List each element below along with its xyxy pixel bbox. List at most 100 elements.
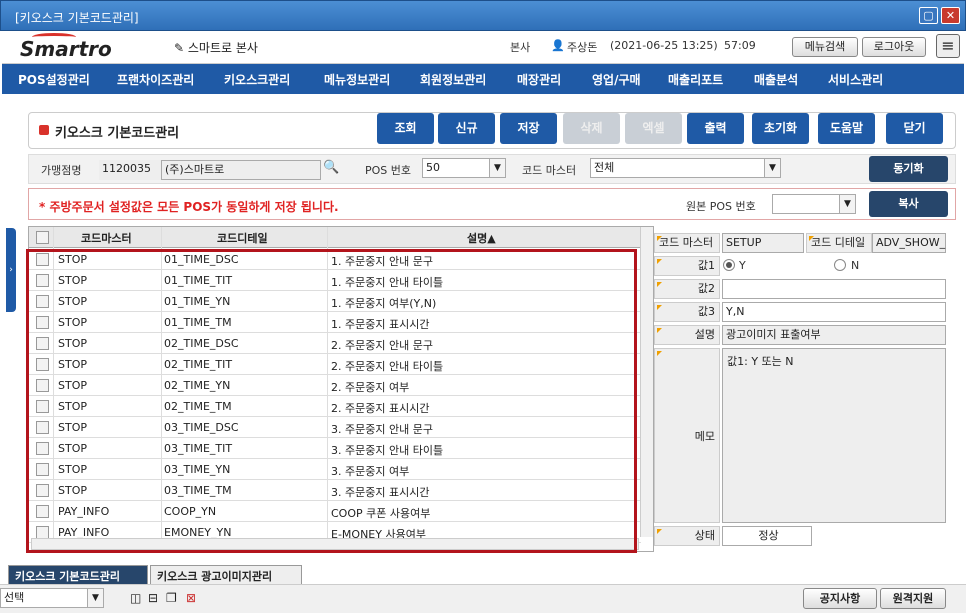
nav-item[interactable]: 회원정보관리 (420, 71, 486, 88)
vertical-scrollbar[interactable] (640, 227, 653, 537)
label-text: 코드 디테일 (811, 236, 866, 249)
nav-item[interactable]: 매출분석 (754, 71, 798, 88)
remote-support-button[interactable]: 원격지원 (880, 588, 946, 609)
value2-label: 값2 (654, 279, 720, 299)
close-button[interactable]: 닫기 (886, 113, 943, 144)
side-collapse-tab[interactable]: › (6, 228, 16, 312)
tab-kiosk-basic-code[interactable]: 키오스크 기본코드관리 (8, 565, 148, 584)
store-label: 스마트로 본사 (187, 41, 258, 55)
region-text: 본사 (510, 41, 531, 54)
label-text: 값1 (697, 259, 715, 272)
menu-search-button[interactable]: 메뉴검색 (792, 37, 858, 57)
pos-select[interactable]: 50 ▼ (422, 158, 506, 178)
tile-horizontal-icon[interactable]: ⊟ (148, 591, 158, 605)
tab-kiosk-ad-image[interactable]: 키오스크 광고이미지관리 (150, 565, 302, 584)
required-marker-icon (657, 328, 662, 333)
logo: Smartro (20, 37, 112, 61)
detail-panel: 코드 마스터 SETUP 코드 디테일 ADV_SHOW_ 값1 Y N 값2 … (654, 227, 950, 552)
notice-button[interactable]: 공지사항 (803, 588, 877, 609)
store-name: ✎ 스마트로 본사 (174, 39, 258, 56)
desc-field[interactable]: 광고이미지 표출여부 (722, 325, 946, 345)
delete-button[interactable]: 삭제 (563, 113, 620, 144)
value2-field[interactable] (722, 279, 946, 299)
required-marker-icon (657, 351, 662, 356)
detail-code-detail-field[interactable]: ADV_SHOW_ (872, 233, 946, 253)
required-marker-icon (657, 305, 662, 310)
value3-label: 값3 (654, 302, 720, 322)
user-name: 주상돈 (567, 41, 598, 54)
label-text: 코드 마스터 (659, 236, 714, 249)
print-button[interactable]: 출력 (687, 113, 744, 144)
required-marker-icon (809, 236, 814, 241)
nav-item[interactable]: 키오스크관리 (224, 71, 290, 88)
code-master-select[interactable]: 전체 ▼ (590, 158, 781, 178)
value3-field[interactable]: Y,N (722, 302, 946, 322)
cascade-icon[interactable]: ❐ (166, 591, 177, 605)
status-select[interactable]: 선택 ▼ (0, 588, 104, 608)
radio-y-label: Y (739, 259, 746, 272)
session-timer: 57:09 (724, 39, 756, 52)
edit-icon: ✎ (174, 41, 185, 55)
nav-item[interactable]: 서비스관리 (828, 71, 883, 88)
excel-button[interactable]: 엑셀 (625, 113, 682, 144)
required-marker-icon (657, 282, 662, 287)
store-name-field[interactable]: (주)스마트로 (161, 160, 321, 180)
col-code-detail[interactable]: 코드디테일 (217, 230, 268, 246)
main-nav: POS설정관리 프랜차이즈관리 키오스크관리 메뉴정보관리 회원정보관리 매장관… (2, 64, 964, 94)
value1-label: 값1 (654, 256, 720, 276)
app-header: Smartro ✎ 스마트로 본사 본사 👤 주상돈 (2021-06-25 1… (2, 31, 964, 64)
memo-label: 메모 (654, 348, 720, 523)
source-pos-label: 원본 POS 번호 (686, 200, 756, 213)
desc-label: 설명 (654, 325, 720, 345)
new-button[interactable]: 신규 (438, 113, 495, 144)
label-text: 메모 (694, 430, 715, 443)
label-text: 값3 (697, 305, 715, 318)
nav-item[interactable]: POS설정관리 (18, 71, 90, 88)
detail-code-master-label: 코드 마스터 (654, 233, 720, 253)
logout-button[interactable]: 로그아웃 (862, 37, 926, 57)
window-title: [키오스크 기본코드관리] (15, 11, 139, 25)
store-label: 가맹점명 (41, 164, 82, 177)
required-marker-icon (657, 529, 662, 534)
value1-radio-n[interactable] (834, 259, 846, 271)
search-button[interactable]: 조회 (377, 113, 434, 144)
nav-item[interactable]: 매장관리 (517, 71, 561, 88)
detail-code-master-field[interactable]: SETUP (722, 233, 804, 253)
required-marker-icon (657, 236, 662, 241)
window-titlebar: [키오스크 기본코드관리] ▢ ✕ (0, 0, 966, 31)
nav-item[interactable]: 프랜차이즈관리 (117, 71, 194, 88)
label-text: 상태 (694, 529, 715, 542)
highlight-box (26, 249, 637, 553)
detail-code-detail-label: 코드 디테일 (806, 233, 872, 253)
col-description[interactable]: 설명▲ (467, 230, 496, 246)
filter-row: 가맹점명 1120035 (주)스마트로 🔍 POS 번호 50 ▼ 코드 마스터… (28, 154, 956, 184)
label-text: 설명 (694, 328, 715, 341)
notice-text: * 주방주문서 설정값은 모든 POS가 동일하게 저장 됩니다. (39, 200, 339, 214)
chevron-down-icon: ▼ (87, 589, 103, 607)
status-field[interactable]: 정상 (722, 526, 812, 546)
help-button[interactable]: 도움말 (818, 113, 875, 144)
save-button[interactable]: 저장 (500, 113, 557, 144)
nav-item[interactable]: 매출리포트 (668, 71, 723, 88)
col-code-master[interactable]: 코드마스터 (81, 230, 132, 246)
sync-button[interactable]: 동기화 (869, 156, 948, 182)
status-bar: 선택 ▼ ◫ ⊟ ❐ ⊠ 공지사항 원격지원 (0, 584, 966, 613)
maximize-icon[interactable]: ▢ (919, 7, 938, 24)
nav-item[interactable]: 메뉴정보관리 (324, 71, 390, 88)
close-all-icon[interactable]: ⊠ (186, 591, 196, 605)
value1-radio-y[interactable] (723, 259, 735, 271)
status-select-value: 선택 (4, 591, 25, 604)
nav-item[interactable]: 영업/구매 (592, 71, 641, 88)
reset-button[interactable]: 초기화 (752, 113, 809, 144)
tile-vertical-icon[interactable]: ◫ (130, 591, 141, 605)
required-marker-icon (657, 259, 662, 264)
chevron-down-icon: ▼ (764, 159, 780, 177)
search-icon[interactable]: 🔍 (323, 160, 341, 180)
copy-button[interactable]: 복사 (869, 191, 948, 217)
close-icon[interactable]: ✕ (941, 7, 960, 24)
hamburger-menu-icon[interactable]: ≡ (936, 34, 960, 58)
code-master-value: 전체 (594, 161, 615, 174)
memo-field[interactable]: 값1: Y 또는 N (722, 348, 946, 523)
source-pos-select[interactable]: ▼ (772, 194, 856, 214)
select-all-checkbox[interactable] (36, 231, 49, 244)
